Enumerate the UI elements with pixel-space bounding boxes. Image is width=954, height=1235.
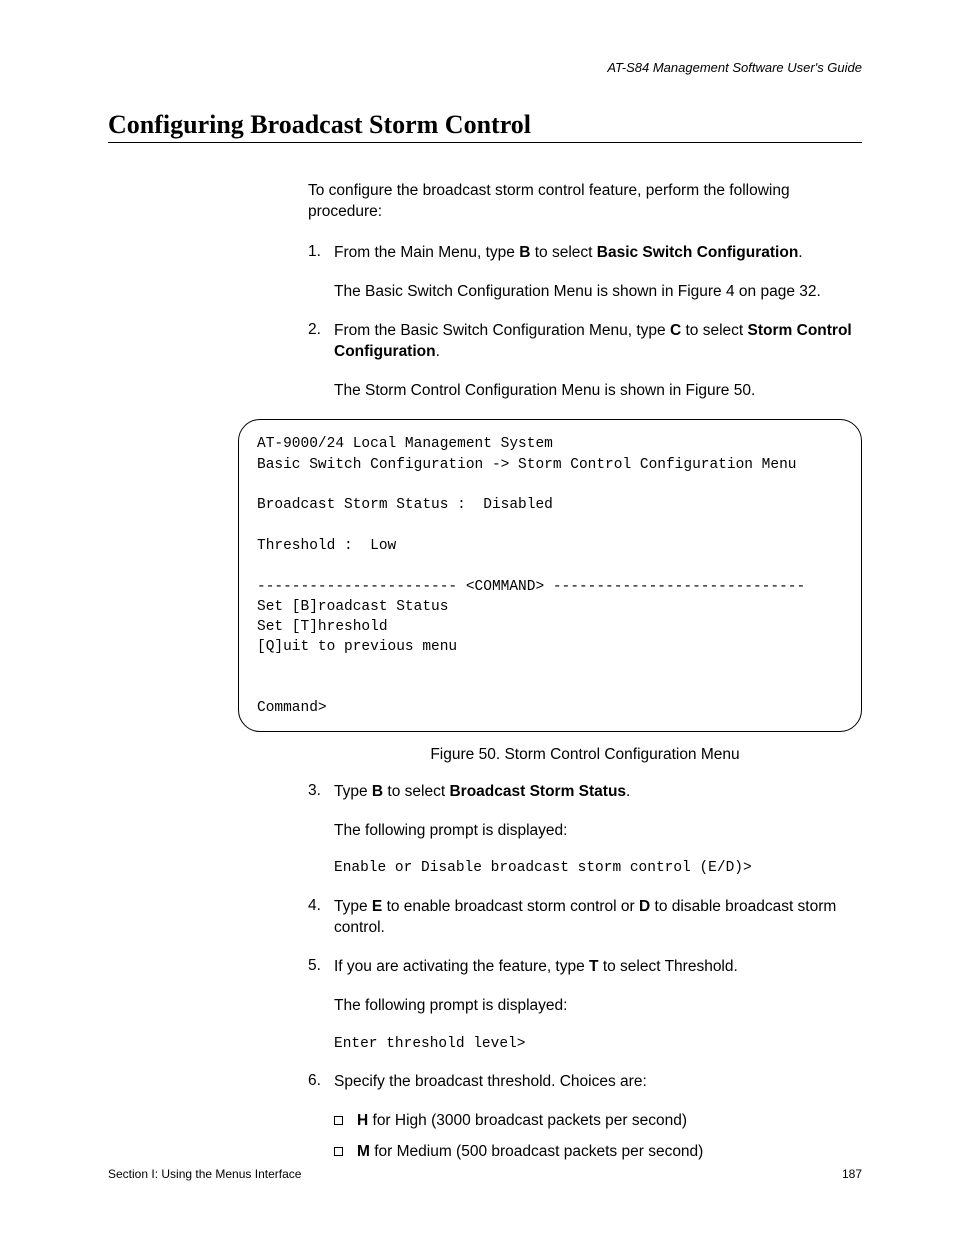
step-1-num: 1.	[308, 243, 334, 264]
term-l6: Threshold : Low	[257, 538, 396, 554]
step-5-pre: If you are activating the feature, type	[334, 958, 589, 975]
step-3: 3. Type B to select Broadcast Storm Stat…	[308, 782, 862, 803]
step-2-sub: The Storm Control Configuration Menu is …	[334, 381, 862, 402]
step-4-key2: D	[639, 898, 650, 915]
terminal-wrap: AT-9000/24 Local Management System Basic…	[108, 419, 862, 731]
step-1-body: From the Main Menu, type B to select Bas…	[334, 243, 862, 264]
step-4-body: Type E to enable broadcast storm control…	[334, 897, 862, 939]
step-4-mid1: to enable broadcast storm control or	[382, 898, 639, 915]
step-3-body: Type B to select Broadcast Storm Status.	[334, 782, 862, 803]
step-1-post: .	[798, 244, 802, 261]
step-2-body: From the Basic Switch Configuration Menu…	[334, 321, 862, 363]
step-5: 5. If you are activating the feature, ty…	[308, 957, 862, 978]
step-2: 2. From the Basic Switch Configuration M…	[308, 321, 862, 363]
term-l10: Set [T]hreshold	[257, 619, 388, 635]
step-3-bold: Broadcast Storm Status	[449, 783, 626, 800]
step-4-num: 4.	[308, 897, 334, 939]
page-title: Configuring Broadcast Storm Control	[108, 110, 862, 140]
step-6: 6. Specify the broadcast threshold. Choi…	[308, 1072, 862, 1093]
step-3-mono: Enable or Disable broadcast storm contro…	[334, 859, 862, 879]
bullet-icon	[334, 1116, 343, 1125]
step-1: 1. From the Main Menu, type B to select …	[308, 243, 862, 264]
bullet-medium-text: M for Medium (500 broadcast packets per …	[357, 1142, 703, 1163]
intro-paragraph: To configure the broadcast storm control…	[308, 181, 862, 223]
step-6-text: Specify the broadcast threshold. Choices…	[334, 1072, 862, 1093]
step-2-key: C	[670, 322, 681, 339]
step-5-key: T	[589, 958, 598, 975]
figure-caption: Figure 50. Storm Control Configuration M…	[308, 746, 862, 764]
bullet-medium-rest: for Medium (500 broadcast packets per se…	[370, 1143, 703, 1160]
step-2-num: 2.	[308, 321, 334, 363]
step-6-num: 6.	[308, 1072, 334, 1093]
footer-section: Section I: Using the Menus Interface	[108, 1167, 301, 1181]
step-2-pre: From the Basic Switch Configuration Menu…	[334, 322, 670, 339]
step-5-sub: The following prompt is displayed:	[334, 996, 862, 1017]
header-guide: AT-S84 Management Software User's Guide	[607, 60, 862, 75]
term-l11: [Q]uit to previous menu	[257, 639, 457, 655]
step-1-mid: to select	[530, 244, 596, 261]
bullet-high-rest: for High (3000 broadcast packets per sec…	[368, 1112, 687, 1129]
step-5-mono: Enter threshold level>	[334, 1035, 862, 1055]
step-5-post: to select Threshold.	[599, 958, 738, 975]
step-3-mid: to select	[383, 783, 449, 800]
bullet-medium: M for Medium (500 broadcast packets per …	[334, 1142, 862, 1163]
term-l9: Set [B]roadcast Status	[257, 599, 448, 615]
bullet-icon	[334, 1147, 343, 1156]
bullet-medium-key: M	[357, 1143, 370, 1160]
step-5-body: If you are activating the feature, type …	[334, 957, 862, 978]
term-l14: Command>	[257, 700, 327, 716]
step-4: 4. Type E to enable broadcast storm cont…	[308, 897, 862, 939]
page-footer: Section I: Using the Menus Interface 187	[108, 1167, 862, 1181]
bullet-high-text: H for High (3000 broadcast packets per s…	[357, 1111, 687, 1132]
term-l4: Broadcast Storm Status : Disabled	[257, 497, 553, 513]
step-2-mid: to select	[681, 322, 747, 339]
terminal-screen: AT-9000/24 Local Management System Basic…	[238, 419, 862, 731]
term-l8: ----------------------- <COMMAND> ------…	[257, 579, 805, 595]
bullet-high-key: H	[357, 1112, 368, 1129]
step-3-post: .	[626, 783, 630, 800]
step-1-sub: The Basic Switch Configuration Menu is s…	[334, 282, 862, 303]
step-3-pre: Type	[334, 783, 372, 800]
step-1-key: B	[519, 244, 530, 261]
footer-page-number: 187	[842, 1167, 862, 1181]
step-4-pre: Type	[334, 898, 372, 915]
step-5-num: 5.	[308, 957, 334, 978]
term-l2: Basic Switch Configuration -> Storm Cont…	[257, 457, 797, 473]
bullet-high: H for High (3000 broadcast packets per s…	[334, 1111, 862, 1132]
title-rule	[108, 142, 862, 143]
step-3-num: 3.	[308, 782, 334, 803]
step-3-sub: The following prompt is displayed:	[334, 821, 862, 842]
term-l1: AT-9000/24 Local Management System	[257, 436, 553, 452]
step-4-key1: E	[372, 898, 382, 915]
step-3-key: B	[372, 783, 383, 800]
step-1-pre: From the Main Menu, type	[334, 244, 519, 261]
step-1-bold: Basic Switch Configuration	[597, 244, 799, 261]
step-2-post: .	[436, 343, 440, 360]
